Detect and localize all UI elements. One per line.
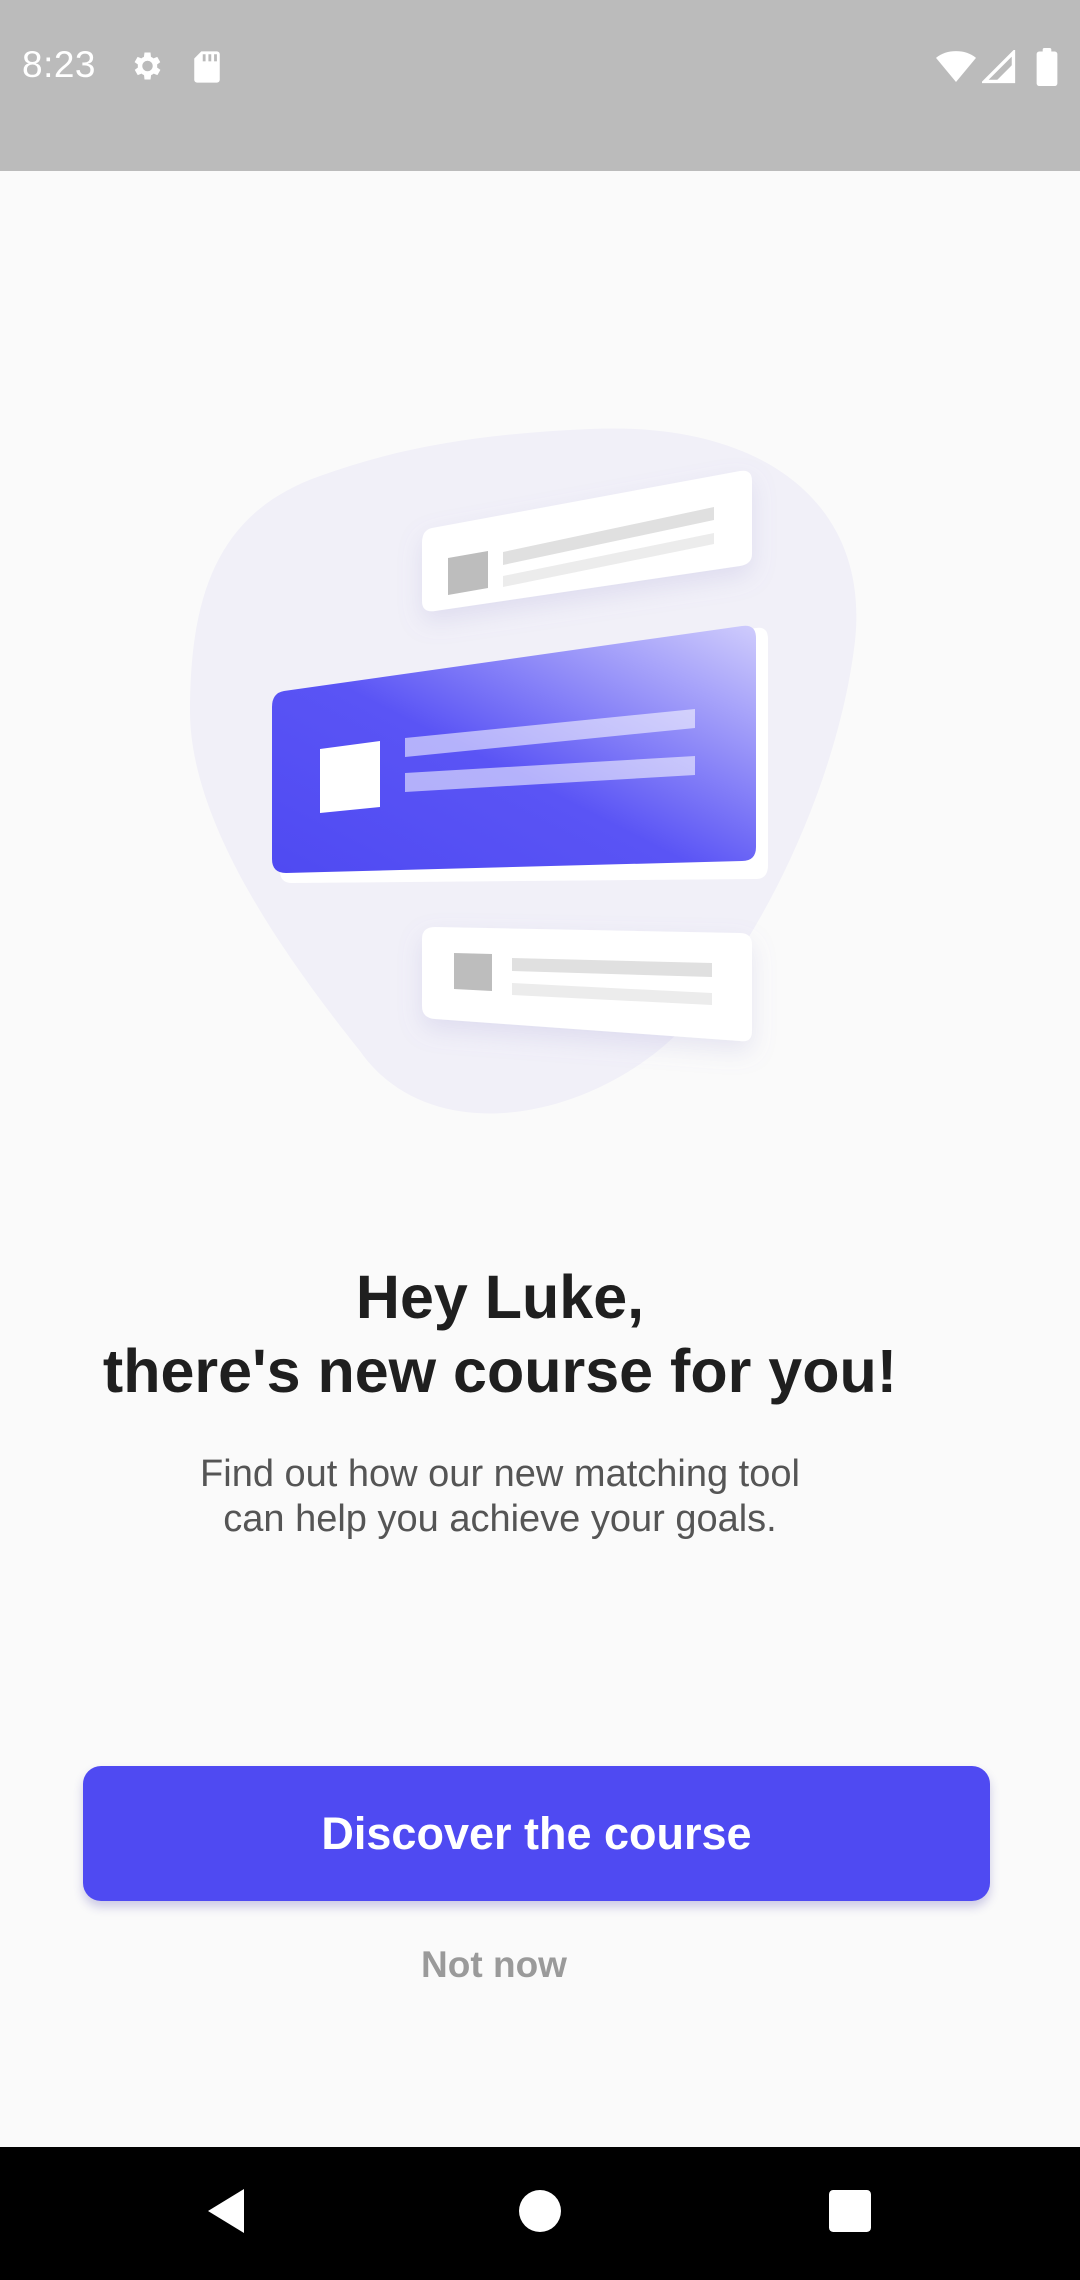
headline-line2: there's new course for you! xyxy=(102,1337,898,1405)
status-bar: 8:23 xyxy=(0,0,1080,171)
subtext: Find out how our new matching tool can h… xyxy=(0,1452,1000,1542)
main-card-thumb xyxy=(320,741,380,813)
recents-icon xyxy=(829,2190,871,2237)
small-card-top-thumb xyxy=(448,551,488,595)
not-now-button[interactable]: Not now xyxy=(0,1944,988,1986)
discover-course-button[interactable]: Discover the course xyxy=(83,1766,990,1901)
discover-course-button-label: Discover the course xyxy=(321,1807,752,1859)
signal-icon xyxy=(980,48,1016,89)
battery-icon xyxy=(1036,48,1058,91)
sd-card-icon xyxy=(192,50,222,89)
recents-button[interactable] xyxy=(770,2147,930,2280)
headline: Hey Luke, there's new course for you! xyxy=(0,1260,1000,1408)
small-card-bottom-thumb xyxy=(454,953,492,991)
back-icon xyxy=(204,2187,248,2240)
course-cards-illustration xyxy=(0,171,1080,1171)
home-button[interactable] xyxy=(460,2147,620,2280)
subtext-line1: Find out how our new matching tool xyxy=(200,1453,800,1495)
headline-line1: Hey Luke, xyxy=(355,1263,645,1331)
gear-icon xyxy=(128,48,164,89)
home-icon xyxy=(519,2190,561,2237)
subtext-line2: can help you achieve your goals. xyxy=(223,1498,777,1540)
back-button[interactable] xyxy=(146,2147,306,2280)
navigation-bar xyxy=(0,2147,1080,2280)
screen: 8:23 Hey Luke, there's new course for yo… xyxy=(0,0,1080,2280)
wifi-icon xyxy=(936,50,976,89)
status-time: 8:23 xyxy=(22,44,97,85)
